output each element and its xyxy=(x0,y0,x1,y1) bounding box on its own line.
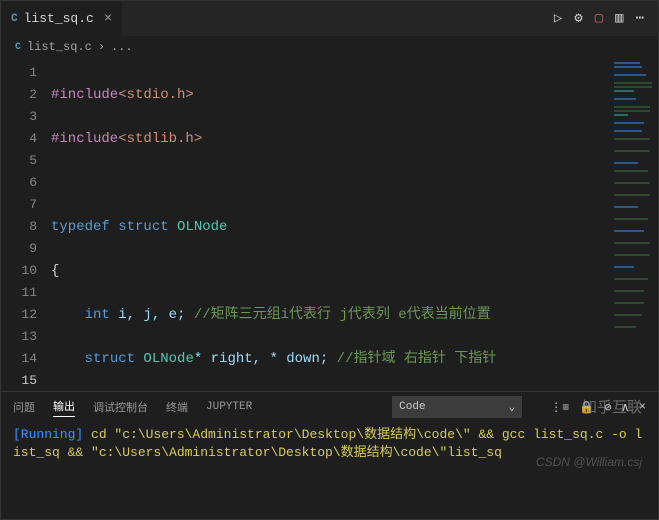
minimap[interactable] xyxy=(610,58,658,391)
select-value: Code xyxy=(399,401,425,413)
line-number: 2 xyxy=(1,84,37,106)
c-file-icon: C xyxy=(15,42,21,53)
c-file-icon: C xyxy=(11,13,18,25)
output-content[interactable]: [Running] cd "c:\Users\Administrator\Des… xyxy=(1,422,658,519)
tab-list-sq[interactable]: C list_sq.c × xyxy=(1,1,123,36)
code-editor[interactable]: 1 2 3 4 5 6 7 8 9 10 11 12 13 14 15 16 #… xyxy=(1,58,658,391)
editor-window: C list_sq.c × ▷ ⚙ ▢ ▥ ⋯ C list_sq.c › ..… xyxy=(0,0,659,520)
line-number: 6 xyxy=(1,172,37,194)
breadcrumb-file: list_sq.c xyxy=(27,40,92,54)
chevron-down-icon: ⌄ xyxy=(509,400,516,414)
code-area[interactable]: #include<stdio.h> #include<stdlib.h> typ… xyxy=(51,58,610,391)
more-icon[interactable]: ⋯ xyxy=(636,10,644,27)
line-number: 4 xyxy=(1,128,37,150)
watermark: 知乎互联 CSDN @William.csj xyxy=(536,363,642,507)
run-icon[interactable]: ▷ xyxy=(554,10,562,27)
line-number: 8 xyxy=(1,216,37,238)
split-editor-icon[interactable]: ▥ xyxy=(615,10,623,27)
line-gutter: 1 2 3 4 5 6 7 8 9 10 11 12 13 14 15 16 xyxy=(1,58,51,391)
line-number: 10 xyxy=(1,260,37,282)
tab-output[interactable]: 输出 xyxy=(53,398,75,417)
line-number: 15 xyxy=(1,370,37,391)
chevron-right-icon: › xyxy=(98,40,105,54)
line-number: 9 xyxy=(1,238,37,260)
tab-bar: C list_sq.c × ▷ ⚙ ▢ ▥ ⋯ xyxy=(1,1,658,36)
breadcrumb[interactable]: C list_sq.c › ... xyxy=(1,36,658,58)
tab-problems[interactable]: 问题 xyxy=(13,399,35,415)
running-tag: [Running] xyxy=(13,427,83,442)
output-channel-select[interactable]: Code ⌄ xyxy=(392,396,522,418)
tab-jupyter[interactable]: JUPYTER xyxy=(206,401,252,413)
line-number: 13 xyxy=(1,326,37,348)
tab-filename: list_sq.c xyxy=(24,11,94,26)
breadcrumb-more: ... xyxy=(111,40,133,54)
line-number: 3 xyxy=(1,106,37,128)
tab-terminal[interactable]: 终端 xyxy=(166,399,188,415)
close-icon[interactable]: × xyxy=(104,11,112,27)
tabs: C list_sq.c × xyxy=(1,1,123,36)
bottom-panel: 问题 输出 调试控制台 终端 JUPYTER Code ⌄ ⋮≡ 🔒 ⊘ ∧ ×… xyxy=(1,391,658,519)
tab-debug-console[interactable]: 调试控制台 xyxy=(93,399,148,415)
line-number: 7 xyxy=(1,194,37,216)
line-number: 11 xyxy=(1,282,37,304)
tab-actions: ▷ ⚙ ▢ ▥ ⋯ xyxy=(554,10,658,27)
line-number: 14 xyxy=(1,348,37,370)
line-number: 12 xyxy=(1,304,37,326)
line-number: 1 xyxy=(1,62,37,84)
line-number: 5 xyxy=(1,150,37,172)
gear-icon[interactable]: ⚙ xyxy=(574,10,582,27)
stop-icon[interactable]: ▢ xyxy=(595,10,603,27)
